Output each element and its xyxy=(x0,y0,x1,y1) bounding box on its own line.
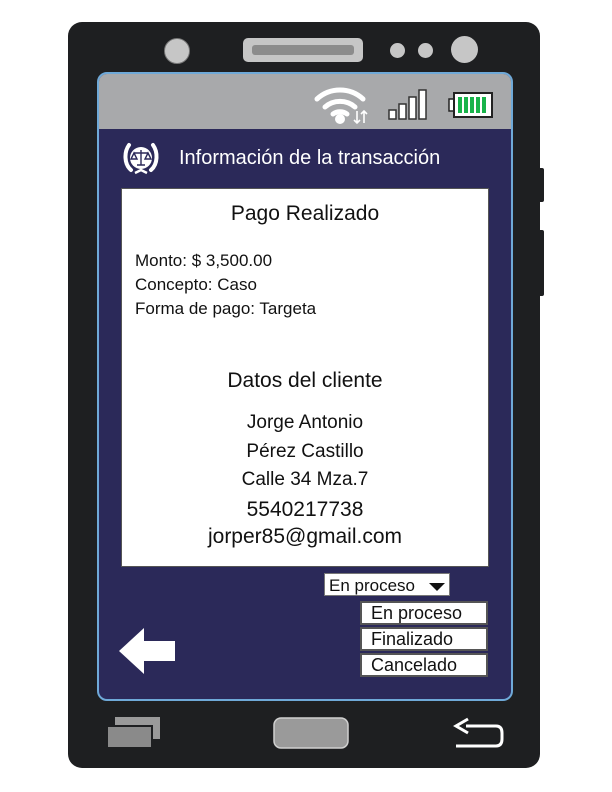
status-dropdown[interactable]: En proceso xyxy=(324,573,450,596)
client-first-name: Jorge Antonio xyxy=(246,412,364,433)
client-email: jorper85@gmail.com xyxy=(207,525,403,548)
status-option-en-proceso[interactable]: En proceso xyxy=(360,601,488,625)
scales-of-justice-logo-icon xyxy=(123,143,159,175)
sensor-dot-3 xyxy=(451,36,478,63)
sensor-dot-2 xyxy=(418,43,433,58)
page-title: Información de la transacción xyxy=(179,147,441,169)
status-bar xyxy=(99,74,511,129)
payment-method: Forma de pago: Targeta xyxy=(135,299,317,318)
payment-title: Pago Realizado xyxy=(230,202,380,225)
front-camera xyxy=(164,38,190,64)
sensor-dot-1 xyxy=(390,43,405,58)
back-arrow-icon[interactable] xyxy=(117,626,179,676)
earpiece-speaker xyxy=(243,38,363,62)
client-address: Calle 34 Mza.7 xyxy=(241,469,369,490)
signal-icon xyxy=(388,89,427,120)
wifi-icon xyxy=(314,87,368,125)
status-option-finalizado[interactable]: Finalizado xyxy=(360,627,488,651)
client-phone: 5540217738 xyxy=(246,498,364,521)
side-button-bottom[interactable] xyxy=(538,230,544,296)
recent-apps-icon[interactable] xyxy=(106,716,162,750)
side-button-top[interactable] xyxy=(538,168,544,202)
client-last-name: Pérez Castillo xyxy=(246,441,364,462)
back-icon[interactable] xyxy=(452,716,504,750)
chevron-down-icon xyxy=(429,583,445,591)
battery-icon xyxy=(448,92,493,118)
client-section-title: Datos del cliente xyxy=(227,369,383,392)
transaction-card: Pago Realizado Monto: $ 3,500.00 Concept… xyxy=(121,188,489,567)
app-header: Información de la transacción xyxy=(99,129,511,189)
speaker-grille xyxy=(252,45,354,55)
payment-concept: Concepto: Caso xyxy=(135,275,257,294)
status-option-cancelado[interactable]: Cancelado xyxy=(360,653,488,677)
status-dropdown-value: En proceso xyxy=(329,576,415,595)
home-button[interactable] xyxy=(273,717,349,749)
payment-amount: Monto: $ 3,500.00 xyxy=(135,251,273,270)
screen: Información de la transacción Pago Reali… xyxy=(97,72,513,701)
payment-details: Monto: $ 3,500.00 Concepto: Caso Forma d… xyxy=(135,249,316,321)
